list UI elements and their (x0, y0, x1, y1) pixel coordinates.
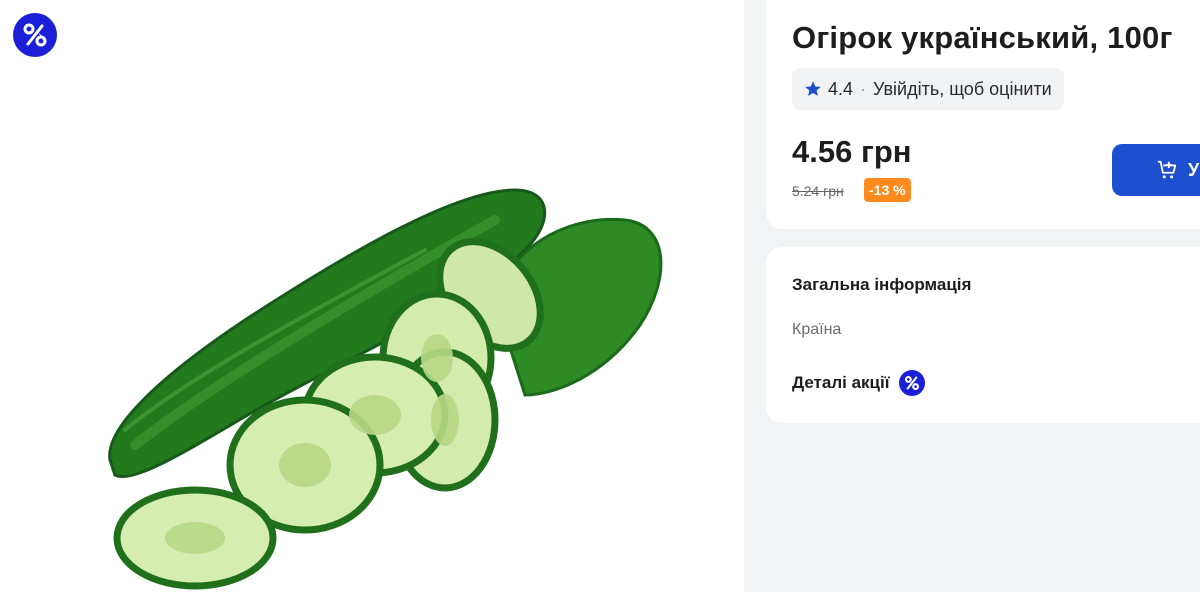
country-label: Країна (792, 321, 842, 338)
promo-details-link[interactable]: Деталі акції (792, 370, 925, 396)
rating-separator: · (860, 78, 867, 99)
percent-icon (23, 23, 47, 47)
cart-add-icon (1157, 160, 1177, 179)
product-gallery (0, 0, 744, 592)
product-title: Огірок український, 100г (792, 20, 1173, 55)
product-image (108, 188, 663, 590)
promo-details-label: Деталі акції (792, 373, 890, 392)
general-info-title: Загальна інформація (792, 275, 972, 294)
general-info-card: Загальна інформація Країна Деталі акції (766, 247, 1200, 423)
add-to-cart-label: У (1188, 159, 1200, 180)
promo-badge (13, 13, 57, 57)
old-price: 5.24 грн (792, 183, 844, 199)
current-price: 4.56 грн (792, 134, 912, 169)
product-summary-card: Огірок український, 100г 4.4 · Увійдіть,… (766, 0, 1200, 229)
star-icon (805, 81, 821, 96)
add-to-cart-button[interactable]: У (1112, 144, 1200, 196)
percent-icon (904, 375, 919, 391)
rating-value: 4.4 (828, 78, 854, 99)
rate-login-link[interactable]: Увійдіть, щоб оцінити (873, 79, 1052, 100)
promo-mini-badge (898, 370, 925, 396)
discount-badge: -13 % (864, 178, 911, 202)
rating-chip: 4.4 · Увійдіть, щоб оцінити (792, 68, 1064, 110)
